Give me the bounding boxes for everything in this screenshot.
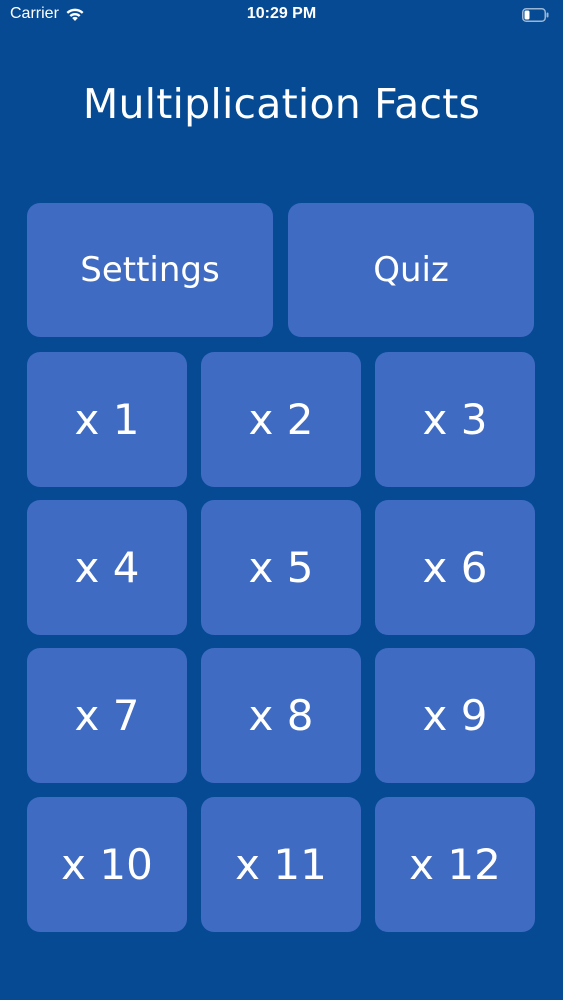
page-title: Multiplication Facts — [82, 80, 481, 128]
table-3-button[interactable]: x 3 — [375, 352, 535, 487]
table-5-button[interactable]: x 5 — [201, 500, 361, 635]
table-12-button[interactable]: x 12 — [375, 797, 535, 932]
settings-button[interactable]: Settings — [27, 203, 273, 337]
table-2-button[interactable]: x 2 — [201, 352, 361, 487]
table-11-button[interactable]: x 11 — [201, 797, 361, 932]
table-10-button[interactable]: x 10 — [27, 797, 187, 932]
table-6-button[interactable]: x 6 — [375, 500, 535, 635]
table-4-button[interactable]: x 4 — [27, 500, 187, 635]
status-bar: Carrier 10:29 PM — [0, 0, 563, 30]
table-8-button[interactable]: x 8 — [201, 648, 361, 783]
battery-icon — [522, 7, 549, 22]
table-9-button[interactable]: x 9 — [375, 648, 535, 783]
table-7-button[interactable]: x 7 — [27, 648, 187, 783]
quiz-button[interactable]: Quiz — [288, 203, 534, 337]
table-1-button[interactable]: x 1 — [27, 352, 187, 487]
status-time: 10:29 PM — [246, 5, 317, 22]
